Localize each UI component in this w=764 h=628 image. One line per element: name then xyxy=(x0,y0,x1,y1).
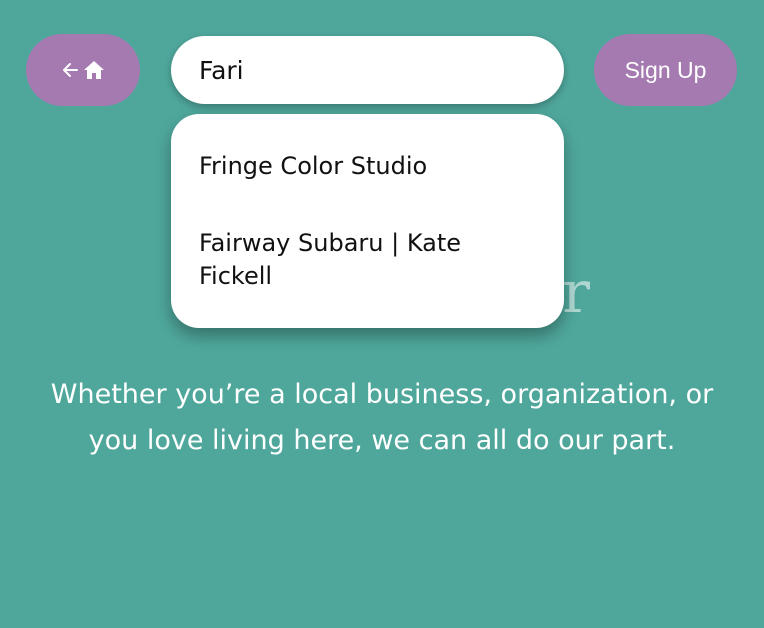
suggestion-item[interactable]: Fairway Subaru | Kate Fickell xyxy=(199,227,504,293)
back-home-button[interactable] xyxy=(26,34,140,106)
arrow-left-icon xyxy=(60,60,80,80)
suggestion-item[interactable]: Fringe Color Studio xyxy=(199,150,504,183)
sign-up-button[interactable]: Sign Up xyxy=(594,34,737,106)
search-input[interactable] xyxy=(199,55,539,85)
search-suggestions-dropdown: Fringe Color Studio Fairway Subaru | Kat… xyxy=(171,114,564,328)
search-bar[interactable] xyxy=(171,36,564,104)
home-icon xyxy=(82,58,106,82)
tagline: Whether you’re a local business, organiz… xyxy=(50,379,714,456)
